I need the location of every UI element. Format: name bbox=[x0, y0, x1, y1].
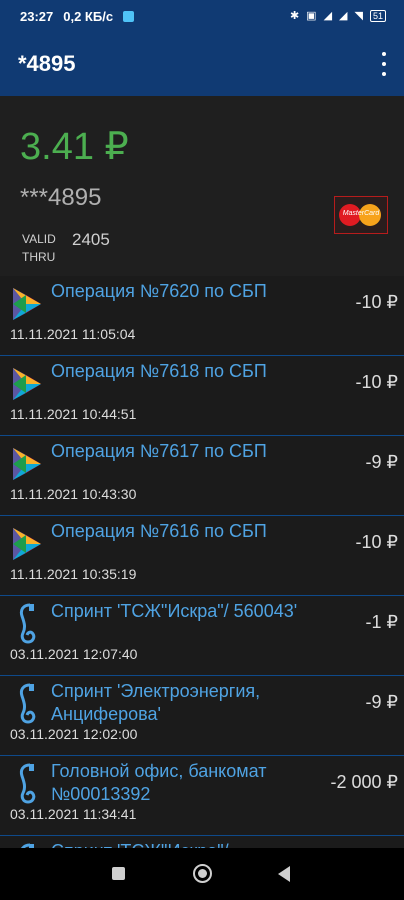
transaction-row[interactable]: Операция №7616 по СБП 11.11.2021 10:35:19… bbox=[0, 516, 404, 596]
mastercard-logo-text: MasterCard bbox=[342, 210, 380, 217]
transaction-title: Спринт 'ТСЖ"Искра"/ bbox=[51, 840, 306, 848]
transaction-date: 11.11.2021 10:35:19 bbox=[10, 566, 137, 582]
menu-dot bbox=[382, 62, 386, 66]
signal-icon-2: ◢ bbox=[339, 10, 348, 22]
transaction-row[interactable]: Операция №7617 по СБП 11.11.2021 10:43:30… bbox=[0, 436, 404, 516]
transaction-row[interactable]: Спринт 'Электроэнергия, Анциферова' 03.11… bbox=[0, 676, 404, 756]
transaction-row[interactable]: Операция №7620 по СБП 11.11.2021 11:05:04… bbox=[0, 276, 404, 356]
transaction-title: Спринт 'ТСЖ"Искра"/ 560043' bbox=[51, 601, 298, 621]
transaction-row[interactable]: Головной офис, банкомат №00013392 03.11.2… bbox=[0, 756, 404, 836]
transaction-date: 11.11.2021 11:05:04 bbox=[10, 326, 136, 342]
valid-thru-label: VALID THRU bbox=[22, 230, 56, 266]
overflow-menu-button[interactable] bbox=[378, 52, 390, 76]
mastercard-logo: MasterCard bbox=[334, 196, 388, 234]
menu-dot bbox=[382, 52, 386, 56]
transaction-amount: -9 ₽ bbox=[365, 692, 398, 712]
transaction-amount: -1 ₽ bbox=[365, 612, 398, 632]
transaction-title: Операция №7616 по СБП bbox=[51, 521, 267, 541]
notification-icon bbox=[123, 11, 135, 22]
status-left: 23:27 0,2 КБ/с bbox=[20, 9, 135, 24]
home-button[interactable] bbox=[193, 864, 212, 883]
card-summary: 3.41 ₽ ***4895 VALID THRU 2405 MasterCar… bbox=[0, 96, 404, 276]
bluetooth-icon: ✱ bbox=[289, 10, 300, 22]
status-time: 23:27 bbox=[20, 9, 54, 24]
sbp-icon bbox=[10, 362, 44, 406]
card-balance: 3.41 ₽ bbox=[20, 126, 129, 168]
transaction-title: Операция №7618 по СБП bbox=[51, 361, 267, 381]
battery-icon: 51 bbox=[369, 9, 386, 22]
transaction-title: Головной офис, банкомат №00013392 bbox=[51, 761, 267, 804]
phone-icon bbox=[10, 682, 44, 726]
valid-label-2: THRU bbox=[22, 250, 56, 264]
transaction-amount: -10 ₽ bbox=[355, 292, 398, 312]
transaction-amount: -9 ₽ bbox=[365, 452, 398, 472]
vibrate-icon: ▣ bbox=[306, 10, 317, 22]
transaction-title: Операция №7620 по СБП bbox=[51, 281, 267, 301]
transaction-title: Операция №7617 по СБП bbox=[51, 441, 267, 461]
page-title: *4895 bbox=[18, 51, 76, 76]
transaction-date: 11.11.2021 10:44:51 bbox=[10, 406, 137, 422]
transaction-date: 11.11.2021 10:43:30 bbox=[10, 486, 137, 502]
transaction-amount: -2 000 ₽ bbox=[330, 772, 399, 792]
valid-thru-value: 2405 bbox=[72, 230, 110, 249]
transaction-amount: -10 ₽ bbox=[355, 532, 398, 552]
transaction-row[interactable]: Операция №7618 по СБП 11.11.2021 10:44:51… bbox=[0, 356, 404, 436]
transaction-date: 03.11.2021 12:07:40 bbox=[10, 646, 138, 662]
wifi-icon: ◥ bbox=[354, 10, 363, 22]
transaction-row[interactable]: Спринт 'ТСЖ"Искра"/ bbox=[0, 836, 404, 848]
network-speed: 0,2 КБ/с bbox=[63, 9, 114, 24]
phone-icon bbox=[10, 602, 44, 646]
status-bar: 23:27 0,2 КБ/с ✱ ▣ ◢ ◢ ◥ 51 bbox=[0, 0, 404, 34]
back-button[interactable] bbox=[278, 866, 290, 882]
system-nav-bar bbox=[0, 848, 404, 900]
valid-label-1: VALID bbox=[22, 232, 56, 246]
card-number: ***4895 bbox=[20, 184, 102, 211]
sbp-icon bbox=[10, 522, 44, 566]
phone-icon bbox=[10, 762, 44, 806]
transaction-row[interactable]: Спринт 'ТСЖ"Искра"/ 560043' 03.11.2021 12… bbox=[0, 596, 404, 676]
transaction-date: 03.11.2021 11:34:41 bbox=[10, 806, 137, 822]
recent-apps-button[interactable] bbox=[112, 867, 125, 880]
transaction-list[interactable]: Операция №7620 по СБП 11.11.2021 11:05:04… bbox=[0, 276, 404, 848]
transaction-date: 03.11.2021 12:02:00 bbox=[10, 726, 138, 742]
signal-icon: ◢ bbox=[323, 10, 333, 22]
sbp-icon bbox=[10, 282, 44, 326]
sbp-icon bbox=[10, 442, 44, 486]
status-right: ✱ ▣ ◢ ◢ ◥ 51 bbox=[290, 9, 386, 22]
transaction-title: Спринт 'Электроэнергия, Анциферова' bbox=[51, 681, 261, 724]
menu-dot bbox=[382, 72, 386, 76]
app-bar: *4895 bbox=[0, 34, 404, 96]
transaction-amount: -10 ₽ bbox=[355, 372, 398, 392]
